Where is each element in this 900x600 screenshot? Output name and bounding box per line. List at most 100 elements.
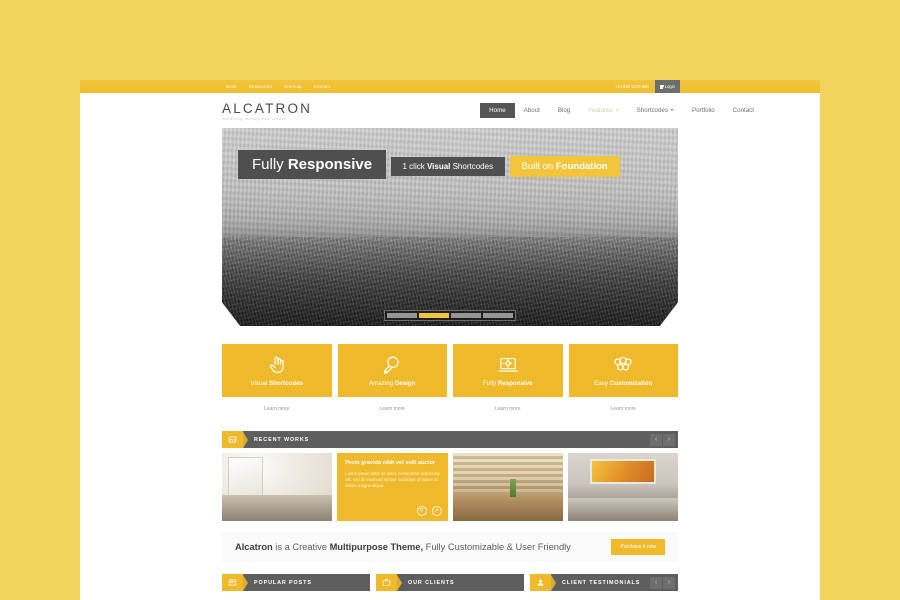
feature-learn-more-4[interactable]: Learn more [569,406,679,412]
recent-works-title: RECENT WORKS [254,436,310,443]
hero-caption-secondary: 1 click Visual Shortcodes [390,157,506,176]
topbar-link-contact[interactable]: Contact [314,84,331,89]
feature-learn-more-3[interactable]: Learn more [453,406,563,412]
recent-works-grid: Proin gravida nibh vel velit auctor Lore… [222,453,678,521]
popular-posts-title: POPULAR POSTS [254,579,312,586]
nav-item-about[interactable]: About [515,103,549,118]
feature-label-light: Fully [482,380,498,387]
client-testimonials-column: CLIENT TESTIMONIALS ‹ › [530,574,678,591]
promo-tail: Fully Customizable & User Friendly [423,542,571,552]
client-testimonials-nav: ‹ › [650,576,678,589]
feature-label-bold: Responsive [497,380,533,387]
feature-box-fully-responsive[interactable]: Fully Responsive [453,344,563,397]
nav-item-features[interactable]: Features [579,103,627,118]
recent-works-nav: ‹ › [650,433,678,446]
main-navigation: Home About Blog Features Shortcodes Port… [480,103,763,118]
work-item-3[interactable] [452,453,563,521]
testimonials-next-button[interactable]: › [663,576,675,589]
lock-icon [659,84,665,89]
header-arrow-tip [551,574,556,591]
nav-label: About [523,107,540,114]
bottom-sections: POPULAR POSTS OUR CLIENTS CLIENT TESTIMO… [222,574,678,591]
laptop-icon [497,354,519,376]
nav-item-portfolio[interactable]: Portfolio [683,103,724,118]
user-icon [530,574,551,591]
feature-box-amazing-design[interactable]: Amazing Design [337,344,447,397]
chevron-down-icon [669,109,674,112]
nav-label: Portfolio [691,107,715,114]
topbar-link-sitemap[interactable]: Sitemap [284,84,301,89]
recent-works-header: RECENT WORKS ‹ › [222,431,678,448]
hero-segment-1[interactable] [387,313,417,318]
header-arrow-tip [243,431,248,448]
nav-item-shortcodes[interactable]: Shortcodes [628,103,683,118]
feature-2: Amazing Design Learn more [337,344,448,412]
nav-item-contact[interactable]: Contact [724,103,763,118]
hero-caption-button[interactable]: Built on Foundation [509,156,620,177]
gears-icon [612,354,634,376]
article-icon [222,574,243,591]
recent-works-prev-button[interactable]: ‹ [650,433,662,446]
feature-label-4: Easy Customization [594,380,652,387]
login-button[interactable]: Login [654,80,680,93]
testimonials-prev-button[interactable]: ‹ [650,576,662,589]
purchase-button[interactable]: Purchase it now [611,539,665,555]
recent-works-section: RECENT WORKS ‹ › Proin gravida nibh vel … [222,431,678,521]
feature-label-bold: Customization [609,380,653,387]
feature-learn-more-1[interactable]: Learn more [222,406,332,412]
work-item-1[interactable] [222,453,333,521]
feature-label-light: Visual [250,380,269,387]
hero-next-arrow[interactable]: › [669,309,672,319]
hero-slide-indicator[interactable] [384,310,516,321]
hero-prev-arrow[interactable]: ‹ [228,309,231,319]
promo-banner: Alcatron is a Creative Multipurpose Them… [222,532,678,562]
feature-4: Easy Customization Learn more [568,344,679,412]
phone-number: +44 658 5478 990 [614,84,649,89]
client-testimonials-header: CLIENT TESTIMONIALS ‹ › [530,574,678,591]
work-overlay-actions: ⚲ ↗ [416,506,442,516]
feature-label-bold: Shortcodes [268,380,303,387]
nav-label: Features [588,107,613,114]
hero-caption-2-bold: Visual [426,162,451,171]
link-icon[interactable]: ↗ [431,506,442,516]
work-overlay-title: Proin gravida nibh vel velit auctor [345,460,436,466]
feature-box-easy-customization[interactable]: Easy Customization [568,344,678,397]
site-header: ALCATRON Amazing wordpress theme Home Ab… [80,93,820,128]
hero-segment-3[interactable] [451,313,481,318]
topbar-link-restaurant[interactable]: Restaurant [249,84,272,89]
pointing-hand-icon [266,354,288,376]
recent-works-next-button[interactable]: › [663,433,675,446]
hero-segment-2[interactable] [419,313,449,318]
hero-caption-1-light: Fully [252,156,288,173]
nav-label: Contact [732,107,754,114]
top-utility-bar: Book Restaurant Sitemap Contact +44 658 … [80,80,820,93]
site-logo[interactable]: ALCATRON Amazing wordpress theme [222,102,312,122]
work-item-4[interactable] [567,453,678,521]
feature-label-bold: Design [394,380,416,387]
hero-slider[interactable]: Fully Responsive 1 click Visual Shortcod… [222,128,678,326]
hero-caption-primary: Fully Responsive [238,150,387,179]
feature-boxes: Visual Shortcodes Learn more Amazing Des… [222,344,678,412]
top-utility-links: Book Restaurant Sitemap Contact [226,84,330,89]
feature-label-3: Fully Responsive [483,380,533,387]
magnifier-icon[interactable]: ⚲ [416,506,427,516]
client-testimonials-title: CLIENT TESTIMONIALS [562,579,641,586]
nav-item-blog[interactable]: Blog [549,103,579,118]
logo-subtitle: Amazing wordpress theme [223,117,287,121]
feature-label-2: Amazing Design [369,380,415,387]
work-item-2[interactable]: Proin gravida nibh vel velit auctor Lore… [337,453,448,521]
feature-label-light: Easy [594,380,610,387]
hero-caption-group: Fully Responsive 1 click Visual Shortcod… [238,150,620,186]
hero-caption-3-bold: Foundation [555,161,608,172]
our-clients-column: OUR CLIENTS [376,574,524,591]
nav-label: Shortcodes [636,107,668,114]
nav-item-home[interactable]: Home [480,103,515,118]
topbar-link-book[interactable]: Book [226,84,237,89]
hero-segment-4[interactable] [483,313,513,318]
top-utility-right: +44 658 5478 990 Login [615,80,680,93]
feature-3: Fully Responsive Learn more [453,344,563,412]
feature-learn-more-2[interactable]: Learn more [338,406,448,412]
nav-label: Home [489,107,506,114]
feature-box-visual-shortcodes[interactable]: Visual Shortcodes [222,344,332,397]
work-overlay-text: Lorem ipsum dolor sit amet, consectetur … [345,471,440,488]
